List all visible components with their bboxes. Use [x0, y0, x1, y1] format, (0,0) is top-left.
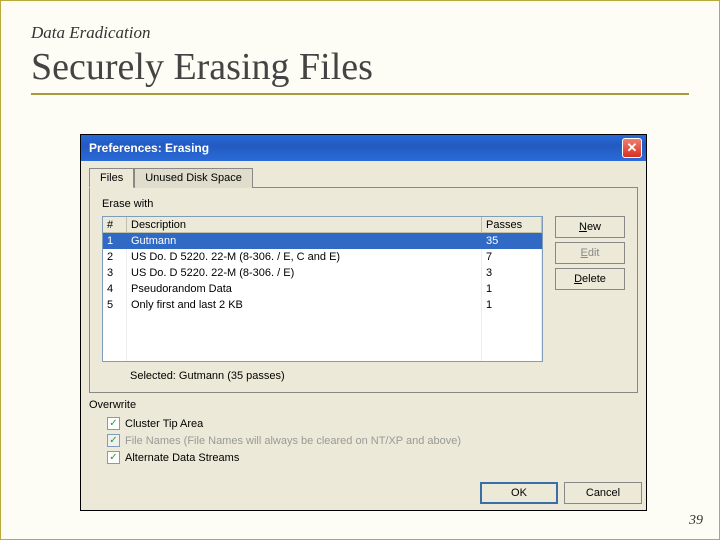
checkbox-icon[interactable]: ✓	[107, 451, 120, 464]
row-num: 5	[103, 297, 127, 313]
erase-method-list[interactable]: # Description Passes 1 Gutmann 35 2 US D…	[102, 216, 543, 362]
checkbox-cluster-tip[interactable]: ✓ Cluster Tip Area	[107, 415, 638, 432]
row-num: 3	[103, 265, 127, 281]
list-header: # Description Passes	[103, 217, 542, 233]
underline: E	[581, 247, 588, 259]
label: dit	[588, 247, 600, 259]
page-number: 39	[689, 513, 703, 529]
close-icon[interactable]: ✕	[622, 138, 642, 158]
header-number[interactable]: #	[103, 217, 127, 233]
checkbox-label: Cluster Tip Area	[125, 418, 203, 430]
row-num: 2	[103, 249, 127, 265]
row-num: 1	[103, 233, 127, 249]
row-passes: 3	[482, 265, 542, 281]
row-desc: Only first and last 2 KB	[127, 297, 482, 313]
checkbox-alternate-streams[interactable]: ✓ Alternate Data Streams	[107, 449, 638, 466]
new-button[interactable]: New	[555, 216, 625, 238]
titlebar: Preferences: Erasing ✕	[81, 135, 646, 161]
tab-unused-disk-space[interactable]: Unused Disk Space	[134, 168, 253, 188]
list-row[interactable]: 5 Only first and last 2 KB 1	[103, 297, 542, 313]
side-buttons: New Edit Delete	[555, 216, 625, 290]
list-row-empty	[103, 345, 542, 361]
selected-summary: Selected: Gutmann (35 passes)	[130, 370, 625, 382]
dialog-footer: OK Cancel	[81, 474, 646, 510]
window-title: Preferences: Erasing	[89, 141, 622, 155]
preferences-window: Preferences: Erasing ✕ Files Unused Disk…	[81, 135, 646, 510]
underline: N	[579, 221, 587, 233]
underline: D	[574, 273, 582, 285]
cancel-button[interactable]: Cancel	[564, 482, 642, 504]
row-num: 4	[103, 281, 127, 297]
overwrite-label: Overwrite	[89, 399, 638, 411]
list-row[interactable]: 2 US Do. D 5220. 22-M (8-306. / E, C and…	[103, 249, 542, 265]
slide-title: Securely Erasing Files	[31, 45, 689, 95]
row-passes: 7	[482, 249, 542, 265]
checkbox-label: Alternate Data Streams	[125, 452, 239, 464]
checkbox-icon: ✓	[107, 434, 120, 447]
row-desc: US Do. D 5220. 22-M (8-306. / E)	[127, 265, 482, 281]
edit-button: Edit	[555, 242, 625, 264]
row-passes: 35	[482, 233, 542, 249]
erase-with-label: Erase with	[102, 198, 625, 210]
label: ew	[587, 221, 601, 233]
row-passes: 1	[482, 297, 542, 313]
header-description[interactable]: Description	[127, 217, 482, 233]
row-desc: Gutmann	[127, 233, 482, 249]
tab-strip: Files Unused Disk Space	[89, 167, 638, 187]
header-passes[interactable]: Passes	[482, 217, 542, 233]
row-desc: US Do. D 5220. 22-M (8-306. / E, C and E…	[127, 249, 482, 265]
list-row[interactable]: 1 Gutmann 35	[103, 233, 542, 249]
slide-eyebrow: Data Eradication	[31, 23, 689, 43]
checkbox-label: File Names (File Names will always be cl…	[125, 435, 461, 447]
list-row[interactable]: 3 US Do. D 5220. 22-M (8-306. / E) 3	[103, 265, 542, 281]
list-row-empty	[103, 329, 542, 345]
tab-panel-files: Erase with # Description Passes 1 Gutman…	[89, 187, 638, 393]
row-desc: Pseudorandom Data	[127, 281, 482, 297]
checkbox-file-names: ✓ File Names (File Names will always be …	[107, 432, 638, 449]
delete-button[interactable]: Delete	[555, 268, 625, 290]
list-row[interactable]: 4 Pseudorandom Data 1	[103, 281, 542, 297]
checkbox-icon[interactable]: ✓	[107, 417, 120, 430]
label: elete	[582, 273, 606, 285]
row-passes: 1	[482, 281, 542, 297]
ok-button[interactable]: OK	[480, 482, 558, 504]
window-body: Files Unused Disk Space Erase with # Des…	[81, 161, 646, 474]
tab-files[interactable]: Files	[89, 168, 134, 188]
list-row-empty	[103, 313, 542, 329]
